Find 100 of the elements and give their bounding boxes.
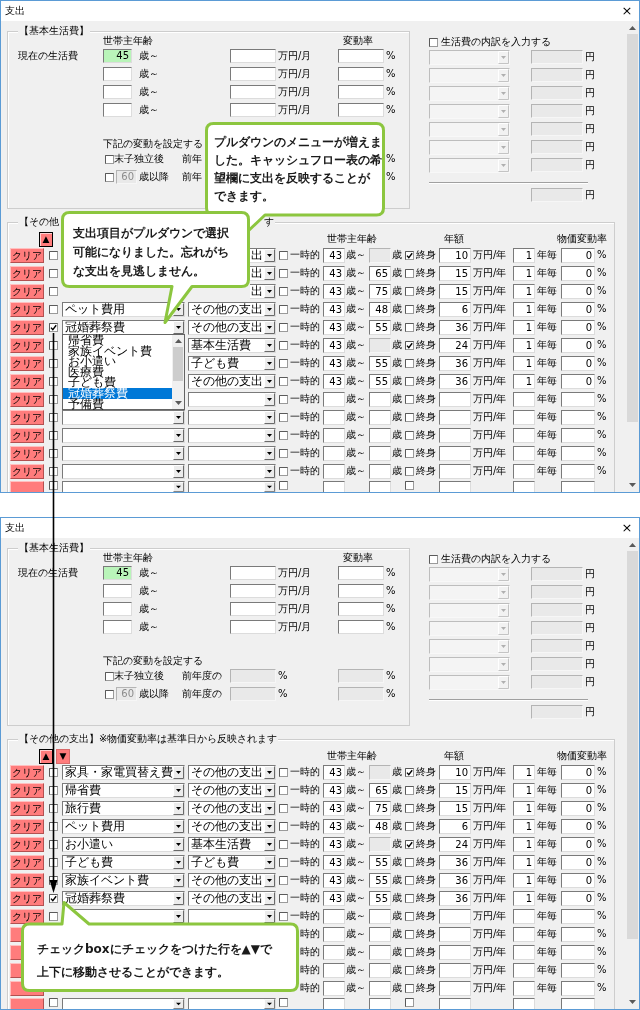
interval-field[interactable]: 1: [513, 872, 535, 888]
clear-button[interactable]: クリア: [10, 764, 44, 780]
one-time-checkbox[interactable]: [279, 268, 288, 278]
category-dropdown[interactable]: 子ども費: [188, 854, 276, 870]
one-time-checkbox[interactable]: [279, 911, 288, 921]
amount-field[interactable]: [230, 85, 276, 99]
interval-field[interactable]: 1: [513, 355, 535, 371]
row-checkbox[interactable]: [49, 803, 58, 813]
checkbox[interactable]: [105, 689, 114, 699]
inflation-rate-field[interactable]: 0: [561, 319, 595, 335]
dropdown-arrow-icon[interactable]: [173, 765, 184, 779]
row-checkbox[interactable]: [49, 821, 58, 831]
interval-field[interactable]: [513, 962, 535, 978]
clear-button[interactable]: クリア: [10, 445, 44, 461]
expense-item-dropdown[interactable]: 子ども費: [62, 854, 185, 870]
one-time-checkbox[interactable]: [279, 767, 288, 777]
annual-amount-field[interactable]: 10: [439, 764, 471, 780]
dropdown-arrow-icon[interactable]: [264, 855, 275, 869]
start-age-field[interactable]: [323, 409, 345, 425]
category-dropdown[interactable]: 出: [250, 283, 276, 299]
clear-button[interactable]: クリア: [10, 463, 44, 479]
clear-button[interactable]: クリア: [10, 908, 44, 924]
end-age-field[interactable]: [369, 836, 391, 852]
one-time-checkbox[interactable]: [279, 358, 288, 368]
end-age-field[interactable]: 55: [369, 872, 391, 888]
clear-button[interactable]: クリア: [10, 301, 44, 317]
clear-button[interactable]: クリア: [10, 409, 44, 425]
interval-field[interactable]: [513, 926, 535, 942]
rate-field[interactable]: [338, 566, 384, 580]
dropdown-arrow-icon[interactable]: [173, 999, 184, 1009]
inflation-rate-field[interactable]: [561, 481, 595, 492]
clear-button[interactable]: クリア: [10, 373, 44, 389]
lifetime-checkbox[interactable]: [405, 430, 414, 440]
inflation-rate-field[interactable]: [561, 926, 595, 942]
dropdown-arrow-icon[interactable]: [264, 891, 275, 905]
inflation-rate-field[interactable]: [561, 463, 595, 479]
row-checkbox[interactable]: [49, 448, 58, 458]
dropdown-arrow-icon[interactable]: [264, 284, 275, 298]
row-checkbox[interactable]: [49, 412, 58, 422]
lifetime-checkbox[interactable]: [405, 250, 414, 260]
lifetime-checkbox[interactable]: [405, 893, 414, 903]
annual-amount-field[interactable]: 36: [439, 355, 471, 371]
interval-field[interactable]: 1: [513, 890, 535, 906]
close-button[interactable]: ×: [617, 519, 637, 537]
one-time-checkbox[interactable]: [279, 340, 288, 350]
row-checkbox[interactable]: [49, 481, 58, 490]
dropdown-option[interactable]: 帰省費: [63, 335, 172, 346]
end-age-field[interactable]: [369, 409, 391, 425]
expense-item-dropdown[interactable]: [62, 445, 185, 461]
expense-item-dropdown[interactable]: 帰省費: [62, 782, 185, 798]
dropdown-arrow-icon[interactable]: [264, 873, 275, 887]
dropdown-arrow-icon[interactable]: [173, 891, 184, 905]
inflation-rate-field[interactable]: [561, 445, 595, 461]
age-field[interactable]: [103, 85, 132, 99]
annual-amount-field[interactable]: [439, 391, 471, 407]
start-age-field[interactable]: [323, 908, 345, 924]
expense-item-dropdown[interactable]: ペット費用: [62, 818, 185, 834]
inflation-rate-field[interactable]: 0: [561, 355, 595, 371]
category-dropdown[interactable]: その他の支出: [188, 890, 276, 906]
start-age-field[interactable]: 43: [323, 373, 345, 389]
start-age-field[interactable]: 43: [323, 265, 345, 281]
expense-item-dropdown[interactable]: [62, 463, 185, 479]
age-field[interactable]: [103, 602, 132, 616]
category-dropdown[interactable]: [188, 391, 276, 407]
inflation-rate-field[interactable]: 0: [561, 890, 595, 906]
inflation-rate-field[interactable]: 0: [561, 265, 595, 281]
start-age-field[interactable]: 43: [323, 764, 345, 780]
inflation-rate-field[interactable]: [561, 908, 595, 924]
end-age-field[interactable]: [369, 926, 391, 942]
lifetime-checkbox[interactable]: [405, 875, 414, 885]
dropdown-arrow-icon[interactable]: [173, 410, 184, 424]
dropdown-arrow-icon[interactable]: [173, 464, 184, 478]
category-dropdown[interactable]: [188, 445, 276, 461]
start-age-field[interactable]: [323, 980, 345, 996]
end-age-field[interactable]: [369, 962, 391, 978]
category-dropdown[interactable]: その他の支出: [188, 818, 276, 834]
annual-amount-field[interactable]: 10: [439, 247, 471, 263]
start-age-field[interactable]: [323, 463, 345, 479]
one-time-checkbox[interactable]: [279, 803, 288, 813]
start-age-field[interactable]: [323, 998, 345, 1009]
one-time-checkbox[interactable]: [279, 785, 288, 795]
annual-amount-field[interactable]: [439, 926, 471, 942]
interval-field[interactable]: [513, 908, 535, 924]
one-time-checkbox[interactable]: [279, 839, 288, 849]
move-button[interactable]: ▲: [39, 748, 53, 764]
row-checkbox[interactable]: [49, 893, 58, 903]
interval-field[interactable]: 1: [513, 818, 535, 834]
one-time-checkbox[interactable]: [279, 286, 288, 296]
age-field[interactable]: [103, 67, 132, 81]
start-age-field[interactable]: 43: [323, 890, 345, 906]
row-checkbox[interactable]: [49, 394, 58, 404]
lifetime-checkbox[interactable]: [405, 911, 414, 921]
inflation-rate-field[interactable]: [561, 391, 595, 407]
end-age-field[interactable]: 55: [369, 890, 391, 906]
dropdown-arrow-icon[interactable]: [173, 446, 184, 460]
one-time-checkbox[interactable]: [279, 466, 288, 476]
end-age-field[interactable]: 48: [369, 301, 391, 317]
annual-amount-field[interactable]: 6: [439, 301, 471, 317]
checkbox[interactable]: [105, 671, 114, 681]
dropdown-arrow-icon[interactable]: [264, 482, 275, 492]
